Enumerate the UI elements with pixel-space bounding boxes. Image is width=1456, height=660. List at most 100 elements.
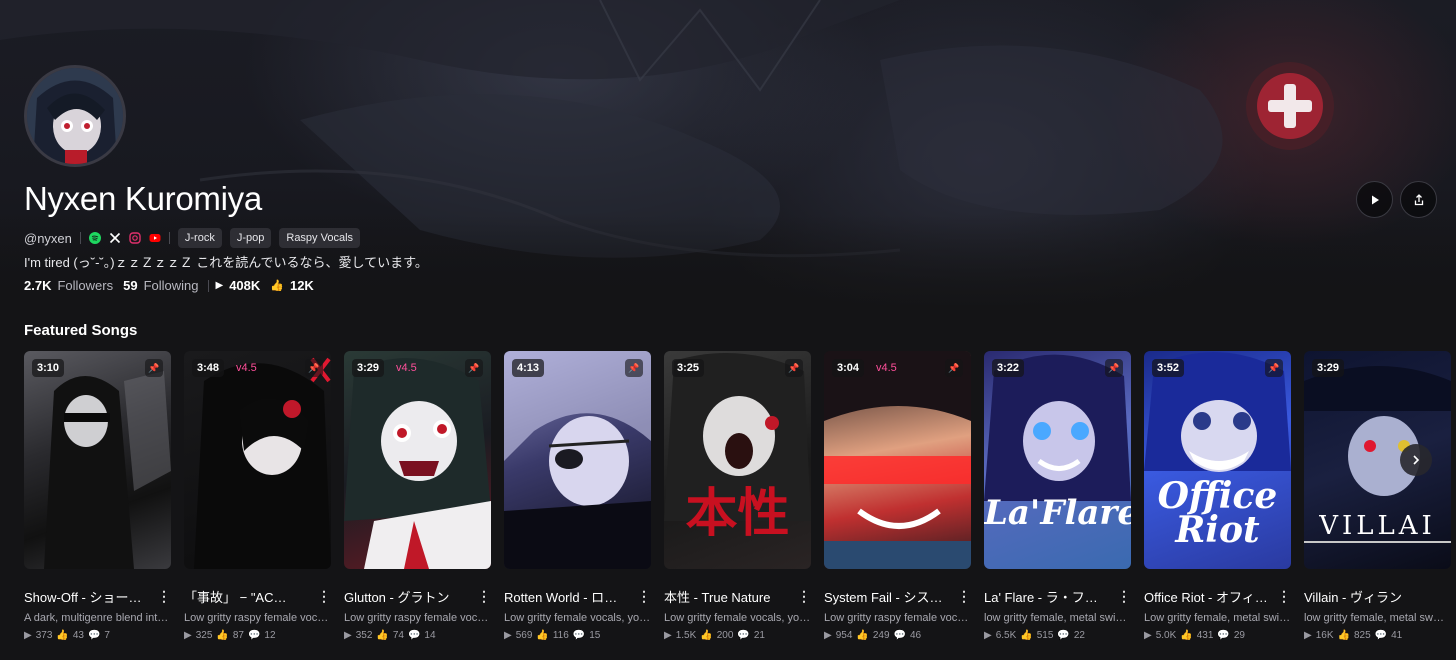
song-cover[interactable]: 3:10 📌 xyxy=(24,351,171,569)
song-stats: ▶ 373 👍 43 💬 7 xyxy=(24,630,171,641)
like-icon: 👍 xyxy=(376,630,389,641)
song-likes: 825 xyxy=(1353,630,1371,641)
followers-label[interactable]: Followers xyxy=(57,278,113,293)
more-options-icon[interactable]: ⋮ xyxy=(1117,588,1131,605)
more-options-icon[interactable]: ⋮ xyxy=(477,588,491,605)
song-plays: 954 xyxy=(835,630,853,641)
song-card[interactable]: 3:29 v4.5 📌 Glutton - グラトン ⋮ Low gritty r… xyxy=(344,351,491,641)
song-likes: 431 xyxy=(1196,630,1214,641)
song-cover[interactable]: 本性 3:25 📌 xyxy=(664,351,811,569)
youtube-icon[interactable] xyxy=(149,232,161,244)
pin-icon: 📌 xyxy=(785,359,803,377)
following-count[interactable]: 59 xyxy=(123,278,137,293)
profile-avatar[interactable] xyxy=(24,65,126,167)
divider xyxy=(168,232,170,244)
comment-icon: 💬 xyxy=(893,630,906,641)
song-description: Low gritty raspy female voc… xyxy=(184,612,329,624)
song-cover[interactable]: 3:48 v4.5 📌 xyxy=(184,351,331,569)
song-duration: 3:48 xyxy=(192,359,225,377)
song-comments: 41 xyxy=(1391,630,1403,641)
song-description: low gritty female, metal sw… xyxy=(1304,612,1444,624)
pin-icon: 📌 xyxy=(305,359,323,377)
song-duration: 3:10 xyxy=(32,359,65,377)
cover-text: VILLAI xyxy=(1319,511,1436,541)
spotify-icon[interactable] xyxy=(88,232,101,244)
song-cover[interactable]: La'Flare 3:22 📌 xyxy=(984,351,1131,569)
song-stats: ▶ 325 👍 87 💬 12 xyxy=(184,630,331,641)
featured-songs-heading: Featured Songs xyxy=(24,322,138,339)
divider xyxy=(208,279,210,292)
song-description: Low gritty female vocals, yo… xyxy=(504,612,651,624)
total-plays: 408K xyxy=(229,278,261,293)
song-card[interactable]: VILLAI 3:29 Villain - ヴィラン low gritty fe… xyxy=(1304,351,1451,641)
song-card[interactable]: 本性 3:25 📌 本性 - True Nature ⋮ Low gritty f… xyxy=(664,351,811,641)
more-options-icon[interactable]: ⋮ xyxy=(797,588,811,605)
song-cover[interactable]: 4:13 📌 xyxy=(504,351,651,569)
song-plays: 1.5K xyxy=(675,630,697,641)
song-cover[interactable]: 3:29 v4.5 📌 xyxy=(344,351,491,569)
song-likes: 200 xyxy=(716,630,734,641)
cover-text: 本性 xyxy=(685,483,790,544)
more-options-icon[interactable]: ⋮ xyxy=(637,588,651,605)
cover-art xyxy=(44,371,171,569)
genre-tag-jpop[interactable]: J-pop xyxy=(229,228,272,248)
play-icon: ▶ xyxy=(504,630,512,641)
divider xyxy=(79,232,81,244)
instagram-icon[interactable] xyxy=(129,232,141,244)
song-title[interactable]: Rotten World - ロッ… xyxy=(504,587,630,606)
pin-icon: 📌 xyxy=(945,359,963,377)
pin-icon: 📌 xyxy=(1265,359,1283,377)
song-title[interactable]: Show-Off - ショー… xyxy=(24,587,142,606)
song-title[interactable]: 「事故」 − "AC… xyxy=(184,587,287,606)
song-title[interactable]: Office Riot - オフィ… xyxy=(1144,587,1268,606)
pin-icon: 📌 xyxy=(1105,359,1123,377)
song-title[interactable]: Glutton - グラトン xyxy=(344,587,449,606)
song-description: Low gritty female vocals, yo… xyxy=(664,612,811,624)
song-card[interactable]: 3:10 📌 Show-Off - ショー… ⋮ A dark, multigen… xyxy=(24,351,171,641)
song-title[interactable]: System Fail - シス… xyxy=(824,587,942,606)
song-card[interactable]: Office Riot 3:52 📌 Office Riot - オフィ… ⋮ L… xyxy=(1144,351,1291,641)
song-title[interactable]: Villain - ヴィラン xyxy=(1304,587,1402,606)
song-card[interactable]: 4:13 📌 Rotten World - ロッ… ⋮ Low gritty fe… xyxy=(504,351,651,641)
song-likes: 515 xyxy=(1036,630,1054,641)
song-duration: 3:22 xyxy=(992,359,1025,377)
genre-tag-raspy-vocals[interactable]: Raspy Vocals xyxy=(279,228,361,248)
genre-tag-jrock[interactable]: J-rock xyxy=(177,228,222,248)
profile-name: Nyxen Kuromiya xyxy=(24,180,262,217)
like-icon: 👍 xyxy=(216,630,229,641)
play-icon: ▶ xyxy=(984,630,992,641)
more-options-icon[interactable]: ⋮ xyxy=(1277,588,1291,605)
song-cover[interactable]: 3:04 v4.5 📌 xyxy=(824,351,971,569)
song-plays: 352 xyxy=(355,630,373,641)
song-stats: ▶ 16K 👍 825 💬 41 xyxy=(1304,630,1451,641)
like-icon: 👍 xyxy=(1020,630,1033,641)
song-card[interactable]: 3:04 v4.5 📌 System Fail - シス… ⋮ Low gritt… xyxy=(824,351,971,641)
profile-handle[interactable]: @nyxen xyxy=(24,231,72,246)
carousel-next-button[interactable] xyxy=(1400,444,1432,476)
song-comments: 14 xyxy=(424,630,436,641)
song-description: low gritty female, metal swi… xyxy=(984,612,1127,624)
song-title[interactable]: La' Flare - ラ・フレ… xyxy=(984,587,1110,606)
comment-icon: 💬 xyxy=(247,630,261,641)
song-cover[interactable]: Office Riot 3:52 📌 xyxy=(1144,351,1291,569)
pin-icon: 📌 xyxy=(465,359,483,377)
song-card[interactable]: La'Flare 3:22 📌 La' Flare - ラ・フレ… ⋮ low g… xyxy=(984,351,1131,641)
followers-count[interactable]: 2.7K xyxy=(24,278,51,293)
x-icon[interactable] xyxy=(109,232,121,244)
more-options-icon[interactable]: ⋮ xyxy=(157,588,171,605)
more-options-icon[interactable]: ⋮ xyxy=(957,588,971,605)
song-comments: 29 xyxy=(1233,630,1245,641)
song-duration: 3:29 xyxy=(352,359,385,377)
song-stats: ▶ 352 👍 74 💬 14 xyxy=(344,630,491,641)
song-title[interactable]: 本性 - True Nature xyxy=(664,587,770,606)
song-comments: 46 xyxy=(909,630,922,641)
more-options-icon[interactable]: ⋮ xyxy=(317,588,331,605)
play-profile-button[interactable] xyxy=(1356,181,1393,218)
share-icon xyxy=(1414,193,1423,205)
following-label[interactable]: Following xyxy=(144,278,199,293)
play-icon: ▶ xyxy=(184,630,192,641)
song-plays: 16K xyxy=(1315,630,1334,641)
song-card[interactable]: 3:48 v4.5 📌 「事故」 − "AC… ⋮ Low gritty rasp… xyxy=(184,351,331,641)
share-button[interactable] xyxy=(1400,181,1437,218)
comment-icon: 💬 xyxy=(737,630,750,641)
